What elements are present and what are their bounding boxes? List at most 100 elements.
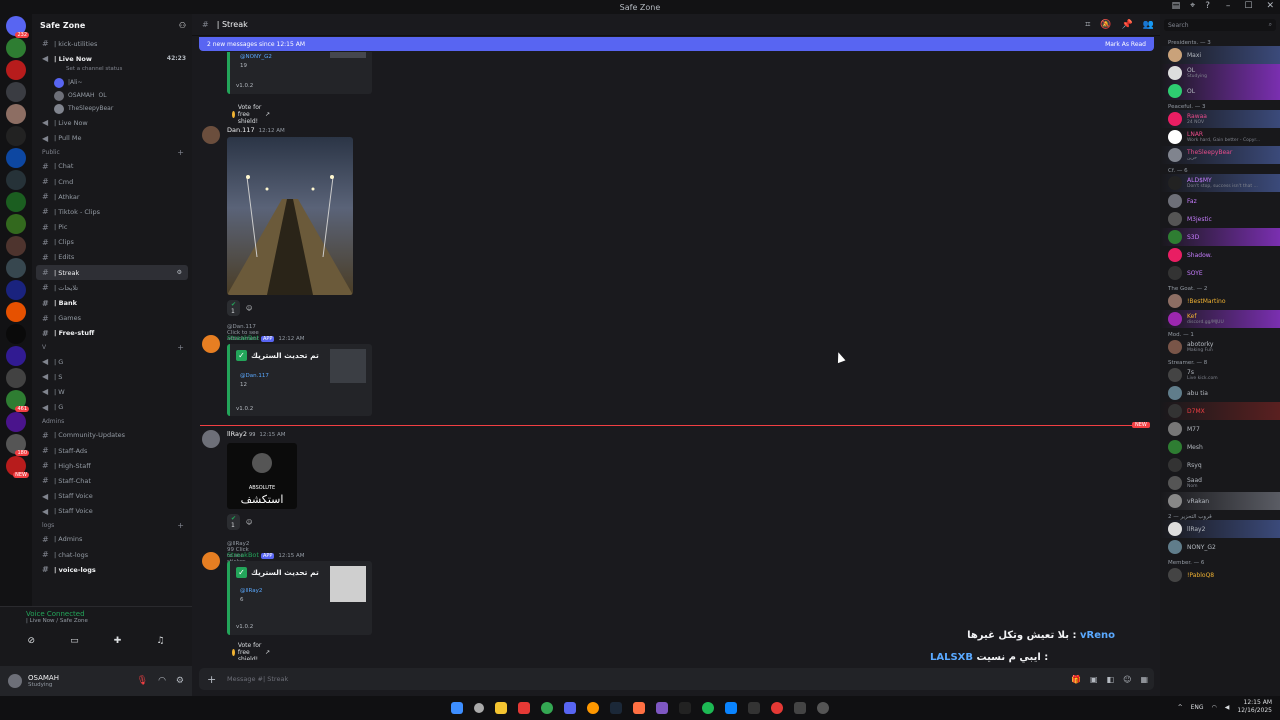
category-admins[interactable]: Admins [32, 415, 192, 428]
add-channel-icon[interactable]: + [177, 521, 184, 530]
home-server-icon[interactable]: 232 [6, 16, 29, 38]
members-icon[interactable]: 👥 [1143, 20, 1154, 30]
server-icon[interactable] [6, 412, 26, 432]
channel-chat[interactable]: # | Chat [32, 159, 192, 174]
inbox-icon[interactable]: ▤ [1172, 1, 1181, 11]
reaction-check[interactable]: ✔ 1 [227, 300, 241, 316]
channel-kick-utilities[interactable]: # | kick-utilities [32, 36, 192, 51]
member[interactable]: S3D [1160, 228, 1280, 246]
add-channel-icon[interactable]: + [177, 343, 184, 352]
file-explorer-icon[interactable] [495, 702, 507, 714]
member[interactable]: abu tia [1160, 384, 1280, 402]
voice-channel[interactable]: ◀ | Pull Me [32, 131, 192, 146]
member[interactable]: Rawaa 24 NOV [1160, 110, 1280, 128]
channel-streak[interactable]: # | Streak ⚙ [36, 265, 188, 281]
author-name[interactable]: StreakBot [227, 334, 259, 342]
app-icon[interactable] [725, 702, 737, 714]
member[interactable]: ALD$MY Don't stop, success isn't that ... [1160, 174, 1280, 192]
member[interactable]: M3jestic [1160, 210, 1280, 228]
channel-staff-chat[interactable]: # | Staff-Chat [32, 473, 192, 488]
member[interactable]: D7MX [1160, 402, 1280, 420]
app-icon[interactable] [587, 702, 599, 714]
add-attachment-icon[interactable]: + [207, 673, 216, 686]
member[interactable]: llRay2 [1160, 520, 1280, 538]
pin-icon[interactable]: 📌 [1122, 20, 1133, 30]
server-icon[interactable] [6, 324, 26, 344]
server-icon[interactable] [6, 236, 26, 256]
gift-icon[interactable]: 🎁 [1071, 675, 1081, 684]
app-icon[interactable] [518, 702, 530, 714]
mark-as-read-button[interactable]: Mark As Read [1105, 41, 1146, 48]
category-public[interactable]: Public + [32, 146, 192, 159]
windows-start-icon[interactable] [451, 702, 463, 714]
voice-user[interactable]: |Ali~ [32, 76, 192, 89]
server-icon[interactable] [6, 302, 26, 322]
channel-admins-log[interactable]: # | Admins [32, 532, 192, 547]
image-attachment[interactable] [227, 137, 353, 295]
search-icon[interactable] [474, 703, 484, 713]
server-icon[interactable] [6, 38, 26, 58]
embed-mention[interactable]: @NONY_G2 [240, 54, 272, 60]
app-icon[interactable] [794, 702, 806, 714]
server-icon[interactable] [6, 280, 26, 300]
channel-clips[interactable]: # | Clips [32, 235, 192, 250]
member[interactable]: Saad Nom [1160, 474, 1280, 492]
member[interactable]: SOYE [1160, 264, 1280, 282]
voice-channel[interactable]: ◀ | W [32, 384, 192, 399]
category-logs[interactable]: logs + [32, 519, 192, 532]
voice-channel[interactable]: ◀ | G [32, 354, 192, 369]
channel-arabic[interactable]: # | تلايحات [32, 280, 192, 295]
member[interactable]: Shadow. [1160, 246, 1280, 264]
add-reaction-icon[interactable]: ☺ [246, 519, 252, 526]
server-icon[interactable] [6, 170, 26, 190]
new-messages-bar[interactable]: 2 new messages since 12:15 AM Mark As Re… [199, 37, 1154, 51]
close-icon[interactable]: ✕ [1266, 1, 1274, 11]
voice-channel-staff[interactable]: ◀ | Staff Voice [32, 504, 192, 519]
search-input[interactable]: Search ⌕ [1164, 19, 1276, 31]
author-name[interactable]: llRay2 [227, 430, 247, 438]
member[interactable]: NONY_G2 [1160, 538, 1280, 556]
member[interactable]: 7s Live kick.com [1160, 366, 1280, 384]
channel-cmd[interactable]: # | Cmd [32, 174, 192, 189]
app-icon[interactable] [679, 702, 691, 714]
activities-icon[interactable]: ✚ [114, 636, 122, 646]
add-channel-icon[interactable]: + [177, 148, 184, 157]
app-icon[interactable] [656, 702, 668, 714]
member[interactable]: Mesh [1160, 438, 1280, 456]
message-input[interactable]: Message #| Streak [227, 675, 288, 683]
avatar[interactable] [202, 126, 220, 144]
member[interactable]: vRakan [1160, 492, 1280, 510]
author-name[interactable]: StreakBot [227, 551, 259, 559]
app-icon[interactable] [817, 702, 829, 714]
voice-channel[interactable]: ◀ | S [32, 369, 192, 384]
server-icon[interactable] [6, 192, 26, 212]
help-icon[interactable]: ? [1205, 1, 1210, 11]
avatar[interactable] [202, 430, 220, 448]
member[interactable]: OL Studying [1160, 64, 1280, 82]
server-icon[interactable] [6, 104, 26, 124]
channel-athkar[interactable]: # | Athkar [32, 189, 192, 204]
invite-icon[interactable]: ⚇ [179, 21, 186, 30]
member[interactable]: !BestMartino [1160, 292, 1280, 310]
member[interactable]: abotorky Making Fun [1160, 338, 1280, 356]
clock[interactable]: 12:15 AM 12/16/2025 [1237, 699, 1272, 715]
server-icon[interactable]: NEW [6, 456, 29, 478]
vote-link[interactable]: Vote for free shield! ↗ [232, 642, 270, 660]
channel-tiktok-clips[interactable]: # | Tiktok - Clips [32, 204, 192, 219]
voice-connected-label[interactable]: Voice Connected [0, 607, 192, 618]
channel-pic[interactable]: # | Pic [32, 220, 192, 235]
server-icon[interactable]: 461 [6, 390, 29, 412]
app-icon[interactable] [771, 702, 783, 714]
screen-share-icon[interactable]: ▭ [70, 636, 79, 646]
member[interactable]: OL [1160, 82, 1280, 100]
category-v[interactable]: V + [32, 341, 192, 354]
chrome-icon[interactable] [541, 702, 553, 714]
soundboard-icon[interactable]: ♫ [156, 636, 164, 646]
server-icon[interactable] [6, 346, 26, 366]
voice-user[interactable]: OSAMAH OL [32, 89, 192, 102]
channel-voice-logs[interactable]: # | voice-logs [32, 562, 192, 577]
channel-games[interactable]: # | Games [32, 311, 192, 326]
headphones-icon[interactable]: ◠ [158, 676, 166, 686]
server-icon[interactable]: 180 [6, 434, 29, 456]
member[interactable]: LNAR Work hard, Gain better - Copyr... [1160, 128, 1280, 146]
